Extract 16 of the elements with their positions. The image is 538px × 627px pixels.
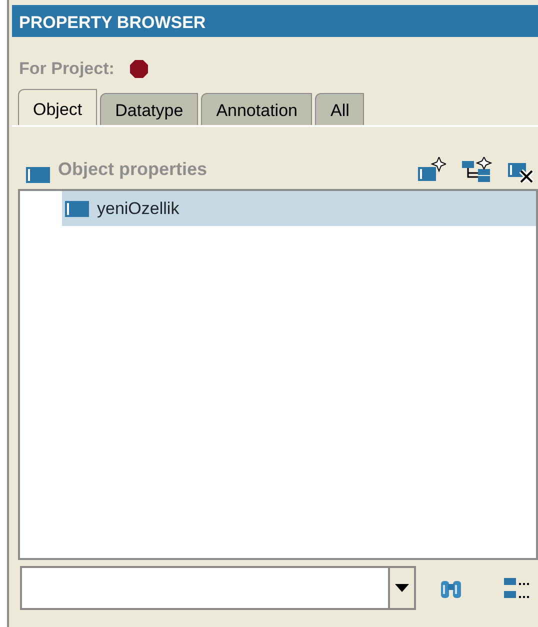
property-icon	[26, 167, 50, 183]
list-options-icon[interactable]	[504, 576, 530, 600]
window-title: PROPERTY BROWSER	[12, 5, 538, 37]
section-title: Object properties	[58, 158, 208, 181]
dropdown-caret-icon[interactable]	[395, 584, 409, 592]
tab[interactable]: Datatype	[100, 93, 198, 125]
add-property-icon[interactable]	[418, 157, 446, 183]
add-subproperty-icon[interactable]	[462, 157, 492, 183]
tab[interactable]: All	[315, 93, 364, 125]
property-icon	[65, 200, 89, 216]
project-label: For Project:	[19, 58, 114, 80]
project-icon	[130, 60, 148, 78]
tab[interactable]: Object	[18, 89, 98, 125]
tab[interactable]: Annotation	[201, 93, 312, 125]
property-row[interactable]: yeniOzellik	[62, 191, 536, 226]
delete-property-icon[interactable]	[508, 161, 534, 183]
